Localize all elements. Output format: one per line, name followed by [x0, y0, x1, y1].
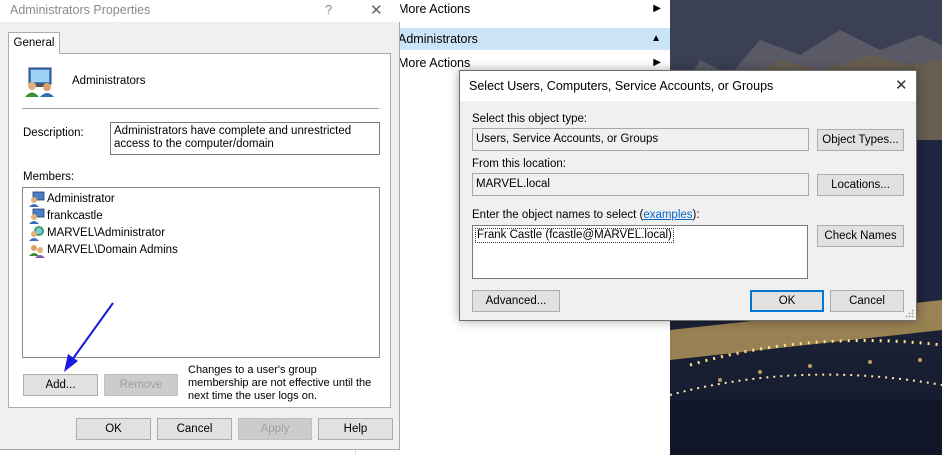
check-names-button[interactable]: Check Names — [817, 225, 904, 247]
object-type-label: Select this object type: — [472, 113, 588, 125]
user-icon — [29, 191, 45, 207]
member-name: frankcastle — [47, 209, 103, 222]
expand-right-icon: ▶ — [653, 3, 661, 14]
title-bar: Administrators Properties ? ✕ — [0, 0, 400, 22]
domain-group-icon — [29, 244, 45, 258]
member-name: MARVEL\Administrator — [47, 226, 166, 239]
separator — [22, 108, 379, 109]
remove-button[interactable]: Remove — [104, 374, 178, 396]
description-label: Description: — [23, 127, 84, 139]
cancel-button[interactable]: Cancel — [157, 418, 232, 440]
ok-button[interactable]: OK — [76, 418, 151, 440]
member-name: MARVEL\Domain Admins — [47, 243, 178, 256]
user-icon — [29, 208, 45, 224]
actions-administrators-header[interactable]: Administrators ▲ — [356, 28, 671, 50]
group-icon — [25, 67, 54, 97]
actions-more-actions-1[interactable]: More Actions ▶ — [356, 0, 671, 20]
list-item[interactable]: MARVEL\Administrator — [29, 224, 165, 241]
object-type-field: Users, Service Accounts, or Groups — [472, 128, 809, 151]
apply-button[interactable]: Apply — [238, 418, 312, 440]
domain-user-icon — [29, 225, 44, 241]
close-icon[interactable]: ✕ — [370, 1, 383, 19]
names-label-prefix: Enter the object names to select ( — [472, 209, 644, 221]
membership-note: Changes to a user's group membership are… — [188, 364, 372, 402]
ok-button[interactable]: OK — [750, 290, 824, 312]
help-icon[interactable]: ? — [325, 2, 332, 17]
resize-grip-icon[interactable] — [905, 309, 914, 318]
object-names-value: Frank Castle (fcastle@MARVEL.local) — [475, 228, 674, 243]
location-label: From this location: — [472, 158, 566, 170]
locations-button[interactable]: Locations... — [817, 174, 904, 196]
dialog-title: Select Users, Computers, Service Account… — [469, 79, 774, 93]
members-label: Members: — [23, 171, 75, 183]
action-label: More Actions — [398, 2, 471, 16]
administrators-properties-dialog: Administrators Properties ? ✕ General Ad… — [0, 0, 400, 450]
close-icon[interactable]: ✕ — [895, 76, 908, 94]
action-label: Administrators — [398, 32, 478, 46]
title-bar: Select Users, Computers, Service Account… — [460, 71, 916, 101]
members-list[interactable]: Administrator frankcastle MARVEL\Adminis… — [22, 187, 380, 358]
tab-general[interactable]: General — [8, 32, 60, 54]
location-field: MARVEL.local — [472, 173, 809, 196]
object-names-label: Enter the object names to select (exampl… — [472, 209, 700, 221]
action-label: More Actions — [398, 56, 471, 70]
member-name: Administrator — [47, 192, 115, 205]
add-button[interactable]: Add... — [23, 374, 98, 396]
object-types-button[interactable]: Object Types... — [817, 129, 904, 151]
dialog-title: Administrators Properties — [10, 3, 151, 17]
cancel-button[interactable]: Cancel — [830, 290, 904, 312]
advanced-button[interactable]: Advanced... — [472, 290, 560, 312]
names-label-suffix: ): — [692, 209, 700, 221]
select-users-dialog: Select Users, Computers, Service Account… — [459, 70, 917, 321]
examples-link[interactable]: examples — [643, 209, 692, 221]
list-item[interactable]: Administrator — [29, 190, 115, 207]
collapse-up-icon: ▲ — [651, 33, 661, 44]
list-item[interactable]: MARVEL\Domain Admins — [29, 241, 178, 258]
help-button[interactable]: Help — [318, 418, 393, 440]
list-item[interactable]: frankcastle — [29, 207, 103, 224]
object-names-input[interactable]: Frank Castle (fcastle@MARVEL.local) — [472, 225, 808, 279]
description-field[interactable]: Administrators have complete and unrestr… — [110, 122, 380, 155]
group-name: Administrators — [72, 75, 146, 87]
